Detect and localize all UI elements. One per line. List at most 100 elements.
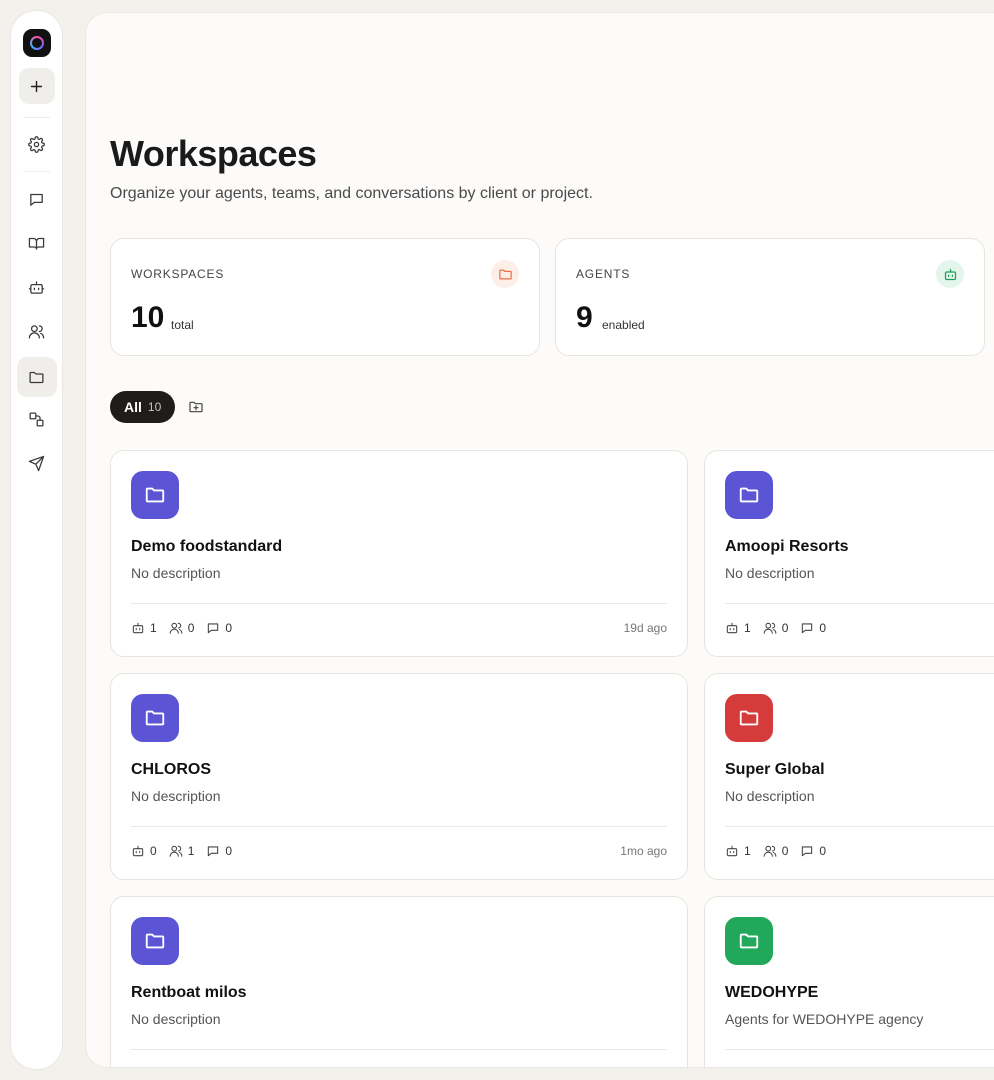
member-count-value: 0 — [187, 621, 195, 635]
users-icon — [763, 845, 777, 857]
card-divider — [131, 1049, 667, 1050]
workspace-description: No description — [725, 788, 815, 804]
workspace-stats: 0 1 0 — [131, 844, 232, 858]
users-icon — [169, 622, 183, 634]
workspace-icon-badge — [725, 917, 773, 965]
workspace-name: Super Global — [725, 761, 825, 778]
users-icon — [763, 622, 777, 634]
main-panel: Workspaces Organize your agents, teams, … — [85, 12, 994, 1068]
stat-label: WORKSPACES — [131, 267, 225, 281]
workspace-card[interactable]: WEDOHYPE Agents for WEDOHYPE agency — [704, 896, 994, 1067]
stat-value: 10 — [131, 301, 165, 334]
workspace-icon-badge — [131, 917, 179, 965]
rail-divider — [23, 117, 50, 118]
folder-icon — [145, 933, 165, 949]
workspace-description: No description — [131, 565, 221, 581]
conversation-count: 0 — [800, 621, 826, 635]
agent-count-value: 0 — [150, 844, 157, 858]
stat-card-agents: AGENTS 9 enabled — [555, 238, 985, 356]
rail-divider — [23, 171, 50, 172]
stat-icon-badge — [491, 260, 519, 288]
chat-icon — [208, 846, 219, 857]
sidebar-item-integrations[interactable] — [19, 401, 55, 437]
filter-label: All — [124, 399, 142, 415]
conversation-count: 0 — [800, 844, 826, 858]
chat-icon — [30, 193, 43, 206]
member-count-value: 0 — [781, 844, 789, 858]
workspace-stats: 1 0 0 — [725, 621, 826, 635]
workspace-stats: 1 0 0 — [131, 621, 232, 635]
agent-count-value: 1 — [150, 621, 157, 635]
workspace-name: Demo foodstandard — [131, 538, 283, 555]
page-title: Workspaces — [110, 133, 317, 174]
users-icon — [169, 845, 183, 857]
member-count: 0 — [169, 621, 195, 635]
conversation-count: 0 — [206, 621, 232, 635]
folder-icon — [739, 487, 759, 503]
chat-icon — [208, 623, 219, 634]
workspace-description: No description — [131, 788, 221, 804]
sidebar-item-chat[interactable] — [19, 181, 55, 217]
agent-count: 0 — [131, 844, 157, 858]
bot-icon — [944, 268, 956, 280]
card-divider — [725, 603, 994, 604]
folder-icon — [739, 710, 759, 726]
card-divider — [131, 603, 667, 604]
agent-count-value: 1 — [744, 621, 751, 635]
app-logo[interactable] — [22, 29, 51, 57]
send-icon — [28, 455, 45, 471]
sidebar-item-workspaces[interactable] — [16, 357, 57, 397]
workspace-icon-badge — [725, 694, 773, 742]
conversation-count-value: 0 — [225, 621, 233, 635]
agent-count-value: 1 — [744, 844, 751, 858]
member-count-value: 0 — [781, 621, 789, 635]
bot-icon — [726, 845, 738, 857]
workspace-name: Amoopi Resorts — [725, 538, 849, 555]
folder-icon — [29, 371, 44, 383]
workspace-icon-badge — [131, 471, 179, 519]
users-icon — [28, 324, 45, 339]
member-count: 1 — [169, 844, 195, 858]
plus-icon — [30, 80, 43, 92]
folder-icon — [498, 269, 512, 279]
bot-icon — [28, 280, 45, 294]
sidebar-rail — [10, 10, 63, 1070]
conversation-count: 0 — [206, 844, 232, 858]
agent-count: 1 — [131, 621, 157, 635]
stat-unit: total — [171, 318, 194, 332]
folder-plus-icon — [189, 401, 203, 413]
agent-count: 1 — [725, 621, 751, 635]
workspace-icon-badge — [725, 471, 773, 519]
stat-icon-badge — [936, 260, 964, 288]
new-workspace-button[interactable] — [184, 395, 208, 419]
member-count-value: 1 — [187, 844, 195, 858]
sidebar-item-settings[interactable] — [19, 126, 55, 162]
folder-icon — [145, 710, 165, 726]
filter-all-tab[interactable]: All 10 — [110, 391, 176, 423]
folder-icon — [739, 933, 759, 949]
workspace-card[interactable]: Rentboat milos No description — [110, 896, 688, 1067]
book-icon — [28, 237, 45, 250]
workspace-card[interactable]: Demo foodstandard No description 1 0 0 1… — [110, 450, 688, 657]
workspace-card[interactable]: Amoopi Resorts No description 1 0 0 — [704, 450, 994, 657]
card-divider — [725, 1049, 994, 1050]
sidebar-item-teams[interactable] — [19, 313, 55, 349]
filter-count: 10 — [147, 400, 162, 414]
settings-icon — [28, 135, 45, 153]
sidebar-item-broadcast[interactable] — [19, 445, 55, 481]
stat-value: 9 — [576, 301, 593, 334]
workspace-name: Rentboat milos — [131, 984, 247, 1001]
chat-icon — [802, 623, 813, 634]
card-divider — [725, 826, 994, 827]
conversation-count-value: 0 — [225, 844, 233, 858]
stat-label: AGENTS — [576, 267, 631, 281]
workspace-card[interactable]: CHLOROS No description 0 1 0 1mo ago — [110, 673, 688, 880]
sidebar-item-agents[interactable] — [19, 269, 55, 305]
workspace-description: No description — [725, 565, 815, 581]
new-button[interactable] — [18, 68, 55, 104]
workspace-card[interactable]: Super Global No description 1 0 0 — [704, 673, 994, 880]
workspace-description: Agents for WEDOHYPE agency — [725, 1011, 924, 1027]
stat-unit: enabled — [602, 318, 645, 332]
agent-count: 1 — [725, 844, 751, 858]
sidebar-item-knowledge[interactable] — [19, 225, 55, 261]
